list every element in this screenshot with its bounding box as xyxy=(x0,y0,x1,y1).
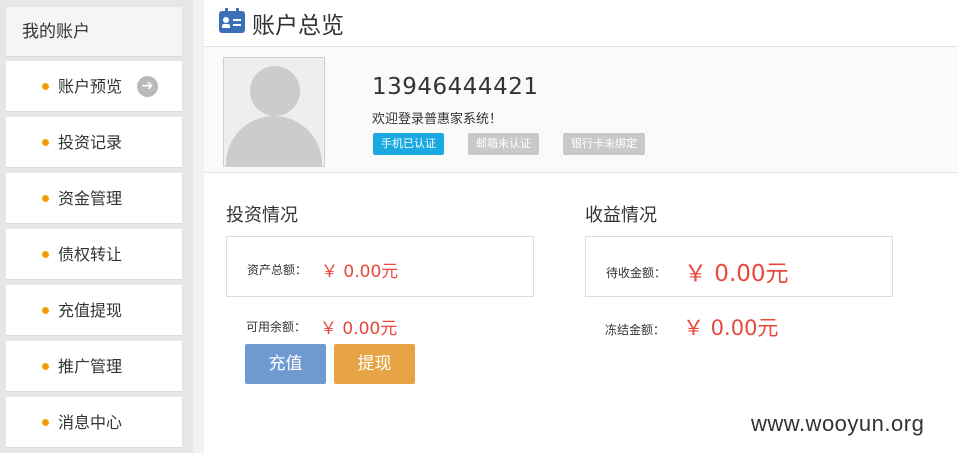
sidebar-item-investment-records[interactable]: 投资记录 xyxy=(6,117,182,168)
income-section-title: 收益情况 xyxy=(585,205,657,226)
frozen-amount-label: 冻结金额： xyxy=(605,323,666,337)
bullet-icon xyxy=(42,251,49,258)
total-assets-box: 资产总额： ￥ 0.00元 xyxy=(226,236,534,297)
total-assets-value: ￥ 0.00元 xyxy=(321,262,399,282)
recharge-button[interactable]: 充值 xyxy=(245,344,326,384)
welcome-text: 欢迎登录普惠家系统！ xyxy=(372,112,503,127)
sidebar-item-label: 账户预览 xyxy=(58,77,123,96)
email-unverified-badge[interactable]: 邮箱未认证 xyxy=(468,133,539,155)
profile-panel: 13946444421 欢迎登录普惠家系统！ 手机已认证 邮箱未认证 银行卡未绑… xyxy=(204,47,957,173)
bullet-icon xyxy=(42,307,49,314)
sidebar-item-promotion[interactable]: 推广管理 xyxy=(6,341,182,392)
phone-verified-badge[interactable]: 手机已认证 xyxy=(373,133,444,155)
sidebar-item-messages[interactable]: 消息中心 xyxy=(6,397,182,448)
sidebar-header: 我的账户 xyxy=(6,7,182,57)
sidebar-item-recharge-withdraw[interactable]: 充值提现 xyxy=(6,285,182,336)
investment-section-title: 投资情况 xyxy=(226,205,298,226)
sidebar-item-debt-transfer[interactable]: 债权转让 xyxy=(6,229,182,280)
total-assets-label: 资产总额： xyxy=(247,263,308,277)
withdraw-button[interactable]: 提现 xyxy=(334,344,415,384)
user-silhouette-icon xyxy=(250,66,300,116)
bullet-icon xyxy=(42,139,49,146)
bullet-icon xyxy=(42,363,49,370)
sidebar-item-label: 消息中心 xyxy=(58,413,123,432)
user-phone: 13946444421 xyxy=(372,74,539,100)
sidebar-item-label: 债权转让 xyxy=(58,245,123,264)
arrow-right-icon: ➔ xyxy=(137,76,158,97)
bullet-icon xyxy=(42,83,49,90)
sidebar-item-fund-management[interactable]: 资金管理 xyxy=(6,173,182,224)
sidebar-item-label: 资金管理 xyxy=(58,189,123,208)
sidebar-item-label: 充值提现 xyxy=(58,301,123,320)
available-balance-value: ￥ 0.00元 xyxy=(320,319,398,339)
frozen-amount-value: ￥ 0.00元 xyxy=(683,316,779,340)
available-balance-label: 可用余额： xyxy=(246,320,307,334)
bullet-icon xyxy=(42,195,49,202)
sidebar-item-label: 投资记录 xyxy=(58,133,123,152)
sidebar-item-account-overview[interactable]: 账户预览 ➔ xyxy=(6,61,182,112)
account-card-icon xyxy=(219,8,245,33)
pending-income-box: 待收金额： ￥ 0.00元 xyxy=(585,236,893,297)
main-content: 账户总览 13946444421 欢迎登录普惠家系统！ 手机已认证 邮箱未认证 … xyxy=(204,0,957,453)
page-title: 账户总览 xyxy=(252,13,344,39)
pending-income-label: 待收金额： xyxy=(606,266,667,280)
page-header: 账户总览 xyxy=(204,0,957,47)
sidebar-item-label: 推广管理 xyxy=(58,357,123,376)
watermark: www.wooyun.org xyxy=(751,411,925,436)
avatar[interactable] xyxy=(223,57,325,167)
bank-card-unbound-badge[interactable]: 银行卡未绑定 xyxy=(563,133,645,155)
pending-income-value: ￥ 0.00元 xyxy=(684,261,789,287)
sidebar: 我的账户 账户预览 ➔ 投资记录 资金管理 债权转让 充值提现 推广管理 消息中… xyxy=(0,0,193,453)
user-silhouette-body xyxy=(226,116,322,166)
bullet-icon xyxy=(42,419,49,426)
